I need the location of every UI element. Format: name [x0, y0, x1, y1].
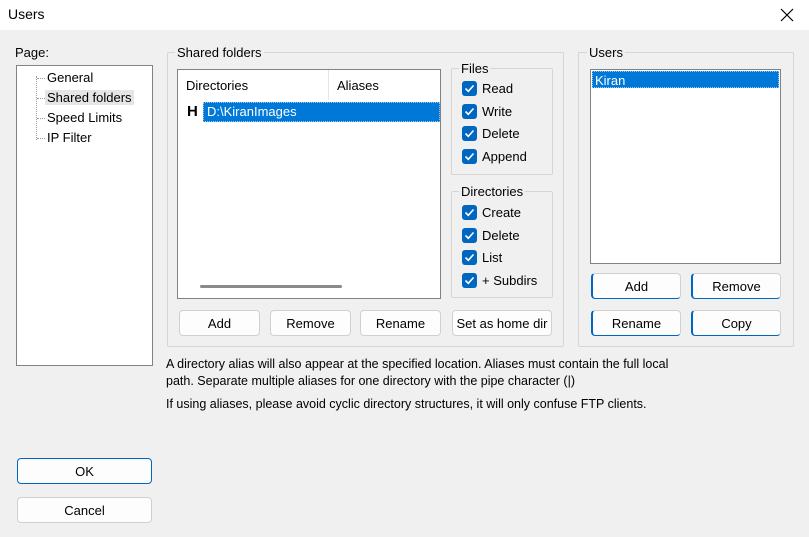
delete-dir-checkbox[interactable]: Delete — [462, 228, 520, 243]
rename-folder-button[interactable]: Rename — [360, 310, 441, 336]
delete-file-label: Delete — [482, 126, 520, 141]
title-bar — [0, 0, 809, 30]
tree-item-speed-limits[interactable]: Speed Limits — [47, 110, 122, 125]
tree-connector — [36, 76, 37, 140]
folders-list[interactable]: Directories Aliases H D:\KiranImages — [177, 69, 441, 299]
user-name: Kiran — [595, 73, 626, 88]
alias-note-line2: path. Separate multiple aliases for one … — [166, 374, 576, 388]
horizontal-scrollbar[interactable] — [200, 285, 342, 288]
rename-user-button[interactable]: Rename — [591, 310, 681, 336]
list-item[interactable]: Kiran — [592, 71, 779, 88]
tree-connector — [37, 98, 45, 99]
tree-connector — [37, 138, 45, 139]
checkbox-checked-icon — [462, 205, 477, 220]
checkbox-checked-icon — [462, 104, 477, 119]
cancel-button[interactable]: Cancel — [17, 497, 152, 523]
remove-user-button[interactable]: Remove — [691, 273, 781, 299]
tree-item-shared-folders[interactable]: Shared folders — [45, 90, 134, 105]
home-dir-marker: H — [187, 103, 198, 120]
files-group-title: Files — [459, 61, 491, 76]
checkbox-checked-icon — [462, 149, 477, 164]
add-folder-button[interactable]: Add — [179, 310, 260, 336]
directories-group-title: Directories — [459, 184, 526, 199]
subdirs-label: + Subdirs — [482, 273, 538, 288]
checkbox-checked-icon — [462, 250, 477, 265]
page-label: Page: — [15, 45, 49, 60]
shared-folders-title: Shared folders — [175, 45, 264, 60]
write-label: Write — [482, 104, 513, 119]
append-label: Append — [482, 149, 527, 164]
alias-note-line1: A directory alias will also appear at th… — [166, 357, 669, 371]
copy-user-button[interactable]: Copy — [691, 310, 781, 336]
list-dir-checkbox[interactable]: List — [462, 250, 502, 265]
set-home-dir-button[interactable]: Set as home dir — [452, 310, 552, 336]
users-group-title: Users — [587, 45, 625, 60]
create-dir-checkbox[interactable]: Create — [462, 205, 521, 220]
checkbox-checked-icon — [462, 273, 477, 288]
delete-dir-label: Delete — [482, 228, 520, 243]
column-header-directories[interactable]: Directories — [178, 70, 328, 100]
close-icon — [780, 8, 794, 22]
add-user-button[interactable]: Add — [591, 273, 681, 299]
checkbox-checked-icon — [462, 228, 477, 243]
tree-connector — [37, 118, 45, 119]
checkbox-checked-icon — [462, 126, 477, 141]
append-checkbox[interactable]: Append — [462, 149, 527, 164]
remove-folder-button[interactable]: Remove — [270, 310, 351, 336]
directory-cell: D:\KiranImages — [207, 104, 297, 119]
column-header-aliases[interactable]: Aliases — [329, 70, 440, 100]
checkbox-checked-icon — [462, 81, 477, 96]
list-dir-label: List — [482, 250, 503, 265]
close-button[interactable] — [764, 0, 809, 30]
table-row[interactable]: D:\KiranImages — [203, 102, 440, 122]
window-title: Users — [8, 6, 45, 22]
delete-file-checkbox[interactable]: Delete — [462, 126, 520, 141]
tree-item-ip-filter[interactable]: IP Filter — [47, 130, 92, 145]
ok-button[interactable]: OK — [17, 458, 152, 484]
cyclic-note: If using aliases, please avoid cyclic di… — [166, 397, 647, 411]
create-dir-label: Create — [482, 205, 522, 220]
read-checkbox[interactable]: Read — [462, 81, 513, 96]
write-checkbox[interactable]: Write — [462, 104, 512, 119]
users-list[interactable]: Kiran — [590, 69, 781, 264]
tree-item-general[interactable]: General — [47, 70, 93, 85]
read-label: Read — [482, 81, 514, 96]
subdirs-checkbox[interactable]: + Subdirs — [462, 273, 537, 288]
page-tree[interactable]: General Shared folders Speed Limits IP F… — [16, 65, 153, 366]
tree-connector — [37, 78, 45, 79]
